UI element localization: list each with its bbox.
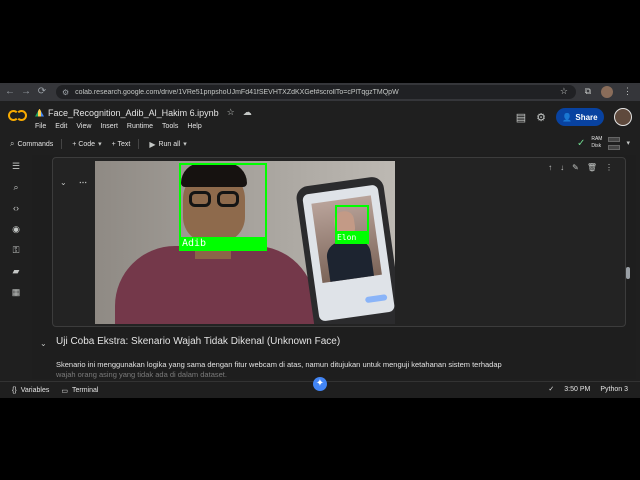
address-bar[interactable]: ⚙ colab.research.google.com/drive/1VRe51… [56, 85, 576, 99]
output-more-icon[interactable]: ⋯ [79, 178, 87, 187]
play-icon: ▶ [149, 139, 156, 149]
variables-icon[interactable]: ◉ [11, 224, 21, 234]
section-paragraph-cut: wajah orang asing yang tidak ada di dala… [56, 370, 227, 379]
reload-icon[interactable]: ⟳ [36, 86, 48, 98]
disk-bar [608, 144, 621, 150]
move-down-icon[interactable]: ↓ [560, 163, 564, 172]
notebook-content: ⌄ ⋯ ↑ ↓ ✎ 🗑 ⋮ Adib Elon ⌄ Uji Coba Ekstr… [32, 155, 636, 379]
gemini-fab-icon[interactable]: ✦ [313, 377, 327, 391]
code-cell-output[interactable]: ⌄ ⋯ ↑ ↓ ✎ 🗑 ⋮ Adib Elon [52, 157, 626, 327]
drive-icon [35, 108, 44, 117]
browser-toolbar: ← → ⟳ ⚙ colab.research.google.com/drive/… [0, 83, 640, 101]
add-text-button[interactable]: + Text [112, 141, 131, 148]
table-icon[interactable]: ▦ [11, 287, 21, 297]
webcam-frame: Adib Elon [95, 161, 395, 324]
bookmark-star-icon[interactable]: ☆ [560, 86, 568, 97]
browser-menu-icon[interactable]: ⋮ [623, 86, 632, 98]
people-icon: 👤 [562, 112, 573, 122]
cloud-saved-icon: ☁ [242, 107, 252, 117]
menu-insert[interactable]: Insert [100, 123, 118, 130]
section-paragraph: Skenario ini menggunakan logika yang sam… [56, 360, 502, 369]
toolbar-divider [61, 139, 63, 149]
section-heading: Uji Coba Ekstra: Skenario Wajah Tidak Di… [56, 336, 341, 347]
toc-icon[interactable]: ☰ [11, 161, 21, 171]
status-bar: {} Variables ▭ Terminal ✦ ✓ 3:50 PM Pyth… [0, 377, 640, 398]
account-avatar[interactable] [614, 108, 632, 126]
menu-help[interactable]: Help [187, 123, 201, 130]
screen: ← → ⟳ ⚙ colab.research.google.com/drive/… [0, 83, 640, 398]
share-label: Share [575, 112, 598, 122]
face-box-elon [335, 205, 369, 233]
secrets-key-icon[interactable]: ⚿ [11, 245, 21, 255]
ram-label: RAM [591, 136, 603, 142]
execution-check-icon: ✓ [548, 386, 555, 393]
notebook-toolbar: ⌕ Commands + Code ▾ + Text ▶ Run all ▾ ✓… [0, 135, 640, 153]
add-code-button[interactable]: + Code ▾ [72, 140, 102, 149]
collapse-chevron-icon[interactable]: ⌄ [60, 178, 67, 187]
back-icon[interactable]: ← [4, 86, 16, 98]
more-vert-icon[interactable]: ⋮ [605, 163, 613, 172]
runtime-badge[interactable]: Python 3 [600, 386, 628, 393]
search-icon: ⌕ [10, 139, 15, 148]
cell-toolbar: ↑ ↓ ✎ 🗑 ⋮ [548, 163, 613, 172]
settings-gear-icon[interactable]: ⚙ [536, 111, 546, 124]
code-snippets-icon[interactable]: ‹› [11, 203, 21, 213]
star-icon[interactable]: ☆ [227, 107, 235, 118]
browser-profile-avatar[interactable] [601, 86, 613, 98]
forward-icon[interactable]: → [20, 86, 32, 98]
menu-edit[interactable]: Edit [55, 123, 67, 130]
find-replace-icon[interactable]: ⌕ [11, 182, 21, 192]
chevron-down-icon[interactable]: ▾ [626, 139, 630, 147]
face-label-adib: Adib [179, 237, 267, 251]
menu-view[interactable]: View [76, 123, 91, 130]
ram-disk-indicator[interactable]: ✓ RAM Disk ▾ [577, 136, 630, 150]
run-all-button[interactable]: ▶ Run all ▾ [149, 140, 186, 149]
section-collapse-icon[interactable]: ⌄ [40, 339, 47, 348]
colab-header: Face_Recognition_Adib_Al_Hakim 6.ipynb ☆… [0, 101, 640, 135]
toolbar-divider [138, 139, 140, 149]
variables-button[interactable]: {} Variables [12, 387, 49, 394]
menu-runtime[interactable]: Runtime [127, 123, 153, 130]
connected-check-icon: ✓ [576, 137, 586, 149]
extensions-icon[interactable]: ⧉ [585, 86, 591, 98]
left-sidebar: ☰ ⌕ ‹› ◉ ⚿ ▰ ▦ [0, 155, 32, 379]
braces-icon: {} [12, 387, 17, 394]
execution-time: 3:50 PM [564, 385, 591, 393]
menu-bar: File Edit View Insert Runtime Tools Help [35, 123, 202, 130]
face-box-adib [179, 163, 267, 239]
terminal-icon: ▭ [61, 387, 68, 395]
url-text[interactable]: colab.research.google.com/drive/1VRe51pn… [75, 89, 399, 96]
ram-bar [608, 136, 621, 142]
files-folder-icon[interactable]: ▰ [11, 266, 21, 276]
site-info-icon[interactable]: ⚙ [62, 88, 69, 97]
comment-icon[interactable]: ▤ [516, 111, 526, 124]
notebook-filename[interactable]: Face_Recognition_Adib_Al_Hakim 6.ipynb [48, 108, 219, 118]
move-up-icon[interactable]: ↑ [548, 163, 552, 172]
edit-icon[interactable]: ✎ [572, 163, 579, 172]
menu-file[interactable]: File [35, 123, 46, 130]
colab-logo-icon[interactable] [8, 110, 28, 124]
face-label-elon: Elon [335, 232, 369, 244]
menu-tools[interactable]: Tools [162, 123, 178, 130]
commands-button[interactable]: ⌕ Commands [10, 139, 53, 149]
delete-icon[interactable]: 🗑 [587, 163, 597, 172]
terminal-button[interactable]: ▭ Terminal [61, 387, 98, 395]
chevron-down-icon: ▾ [98, 141, 102, 148]
disk-label: Disk [591, 143, 602, 149]
share-button[interactable]: 👤 Share [556, 108, 604, 126]
chevron-down-icon: ▾ [183, 141, 187, 148]
scrollbar-thumb[interactable] [626, 267, 630, 279]
